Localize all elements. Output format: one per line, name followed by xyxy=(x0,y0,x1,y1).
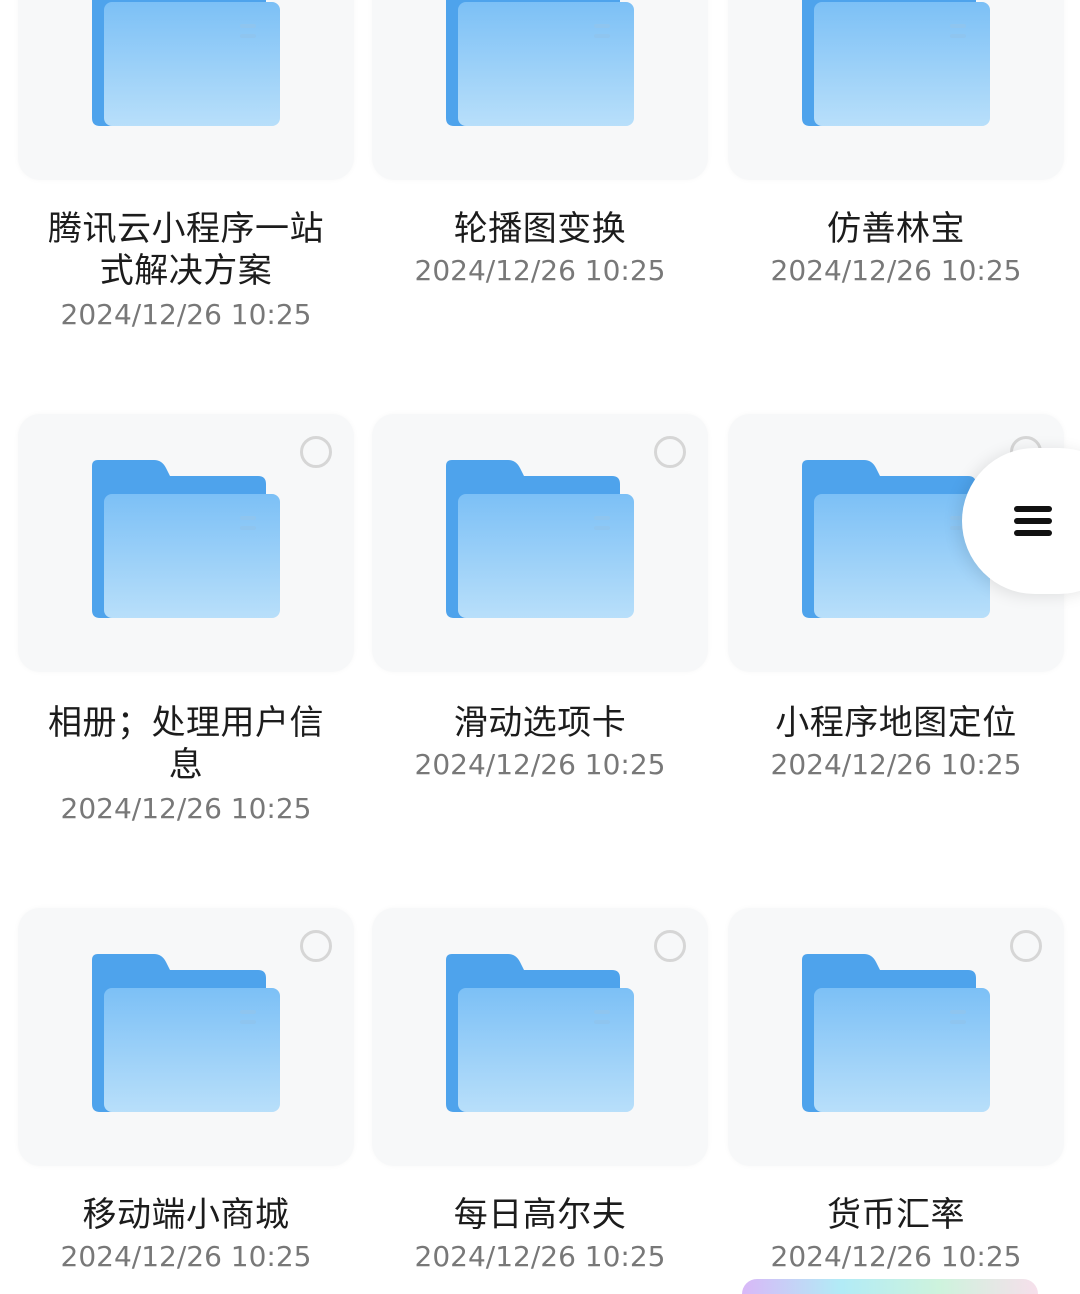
folder-card[interactable] xyxy=(372,0,708,180)
select-checkbox[interactable] xyxy=(1010,930,1042,962)
folder-date: 2024/12/26 10:25 xyxy=(60,792,312,825)
folder-icon xyxy=(802,0,990,126)
folder-icon xyxy=(92,0,280,126)
folder-date: 2024/12/26 10:25 xyxy=(60,298,312,331)
folder-date: 2024/12/26 10:25 xyxy=(414,748,666,781)
select-checkbox[interactable] xyxy=(300,436,332,468)
folder-name: 每日高尔夫 xyxy=(453,1195,627,1235)
folder-date: 2024/12/26 10:25 xyxy=(60,1240,312,1273)
folder-name: 仿善林宝 xyxy=(827,209,965,249)
folder-icon xyxy=(802,954,990,1112)
folder-name: 腾讯云小程序一站 式解决方案 xyxy=(48,209,324,291)
folder-date: 2024/12/26 10:25 xyxy=(770,748,1022,781)
select-checkbox[interactable] xyxy=(300,930,332,962)
folder-date: 2024/12/26 10:25 xyxy=(414,1240,666,1273)
folder-icon xyxy=(446,460,634,618)
folder-name: 货币汇率 xyxy=(827,1195,965,1235)
bottom-glow-bar xyxy=(742,1279,1038,1294)
folder-card[interactable] xyxy=(18,908,354,1166)
folder-card[interactable] xyxy=(18,0,354,180)
folder-date: 2024/12/26 10:25 xyxy=(770,254,1022,287)
folder-icon xyxy=(802,460,990,618)
folder-card[interactable] xyxy=(728,908,1064,1166)
folder-card[interactable] xyxy=(372,414,708,672)
folder-icon xyxy=(446,954,634,1112)
folder-icon xyxy=(92,460,280,618)
folder-name: 滑动选项卡 xyxy=(453,703,627,743)
select-checkbox[interactable] xyxy=(654,436,686,468)
folder-name: 相册；处理用户信息 xyxy=(48,703,324,785)
folder-name: 移动端小商城 xyxy=(82,1195,290,1235)
folder-date: 2024/12/26 10:25 xyxy=(414,254,666,287)
folder-card[interactable] xyxy=(728,0,1064,180)
folder-icon xyxy=(446,0,634,126)
folder-name: 小程序地图定位 xyxy=(775,703,1017,743)
folder-card[interactable] xyxy=(372,908,708,1166)
folder-name: 轮播图变换 xyxy=(453,209,627,249)
file-grid-page: 腾讯云小程序一站 式解决方案 2024/12/26 10:25 轮播图变换 202… xyxy=(0,0,1080,1294)
select-checkbox[interactable] xyxy=(654,930,686,962)
folder-card[interactable] xyxy=(18,414,354,672)
folder-date: 2024/12/26 10:25 xyxy=(770,1240,1022,1273)
folder-icon xyxy=(92,954,280,1112)
